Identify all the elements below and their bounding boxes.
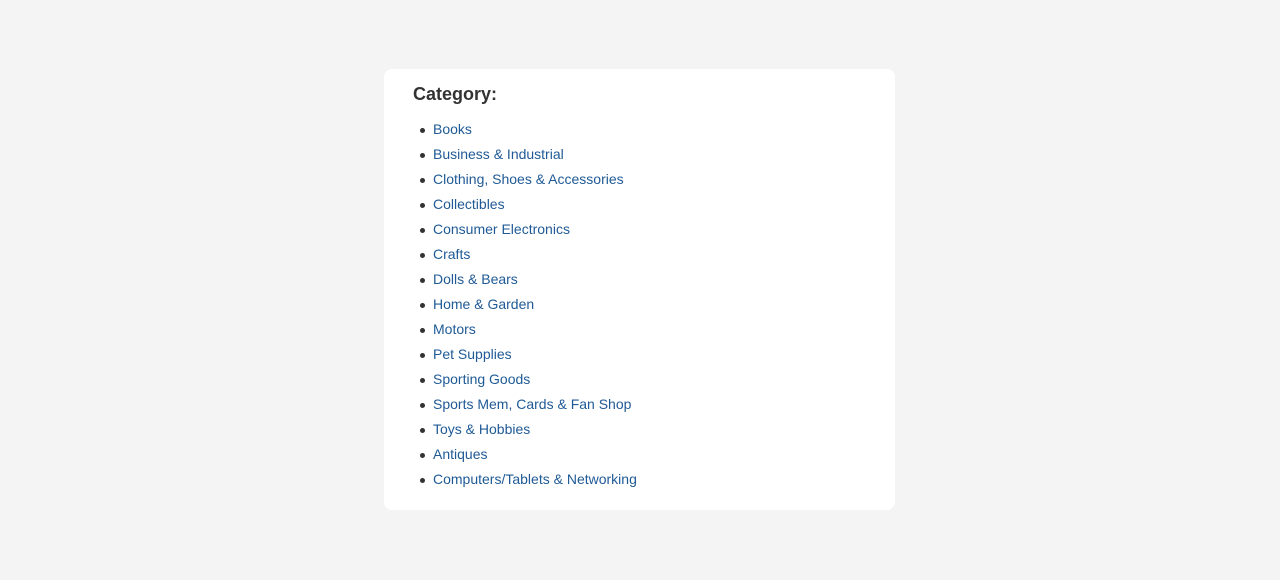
category-item: Antiques <box>413 442 637 467</box>
bullet-icon <box>420 253 425 258</box>
category-item: Motors <box>413 317 637 342</box>
bullet-icon <box>420 403 425 408</box>
bullet-icon <box>420 428 425 433</box>
bullet-icon <box>420 128 425 133</box>
category-link-sports-mem-cards-fan-shop[interactable]: Sports Mem, Cards & Fan Shop <box>433 396 631 412</box>
category-item: Sporting Goods <box>413 367 637 392</box>
bullet-icon <box>420 278 425 283</box>
category-link-antiques[interactable]: Antiques <box>433 446 487 462</box>
category-link-toys-hobbies[interactable]: Toys & Hobbies <box>433 421 530 437</box>
category-link-collectibles[interactable]: Collectibles <box>433 196 505 212</box>
category-link-clothing-shoes-accessories[interactable]: Clothing, Shoes & Accessories <box>433 171 624 187</box>
category-item: Clothing, Shoes & Accessories <box>413 167 637 192</box>
bullet-icon <box>420 453 425 458</box>
category-link-sporting-goods[interactable]: Sporting Goods <box>433 371 530 387</box>
bullet-icon <box>420 353 425 358</box>
category-item: Collectibles <box>413 192 637 217</box>
category-link-home-garden[interactable]: Home & Garden <box>433 296 534 312</box>
bullet-icon <box>420 378 425 383</box>
category-link-consumer-electronics[interactable]: Consumer Electronics <box>433 221 570 237</box>
category-link-crafts[interactable]: Crafts <box>433 246 470 262</box>
category-item: Crafts <box>413 242 637 267</box>
category-link-books[interactable]: Books <box>433 121 472 137</box>
bullet-icon <box>420 178 425 183</box>
bullet-icon <box>420 478 425 483</box>
bullet-icon <box>420 153 425 158</box>
category-link-business-industrial[interactable]: Business & Industrial <box>433 146 564 162</box>
category-link-motors[interactable]: Motors <box>433 321 476 337</box>
category-item: Toys & Hobbies <box>413 417 637 442</box>
category-item: Computers/Tablets & Networking <box>413 467 637 492</box>
category-link-dolls-bears[interactable]: Dolls & Bears <box>433 271 518 287</box>
category-panel: Category: Books Business & Industrial Cl… <box>384 69 895 510</box>
category-heading: Category: <box>413 84 498 104</box>
category-link-computers-tablets-networking[interactable]: Computers/Tablets & Networking <box>433 471 637 487</box>
category-link-pet-supplies[interactable]: Pet Supplies <box>433 346 512 362</box>
bullet-icon <box>420 303 425 308</box>
bullet-icon <box>420 203 425 208</box>
category-item: Sports Mem, Cards & Fan Shop <box>413 392 637 417</box>
category-item: Pet Supplies <box>413 342 637 367</box>
bullet-icon <box>420 228 425 233</box>
category-item: Consumer Electronics <box>413 217 637 242</box>
category-item: Business & Industrial <box>413 142 637 167</box>
category-item: Dolls & Bears <box>413 267 637 292</box>
category-list: Books Business & Industrial Clothing, Sh… <box>413 117 637 492</box>
category-item: Books <box>413 117 637 142</box>
category-item: Home & Garden <box>413 292 637 317</box>
bullet-icon <box>420 328 425 333</box>
